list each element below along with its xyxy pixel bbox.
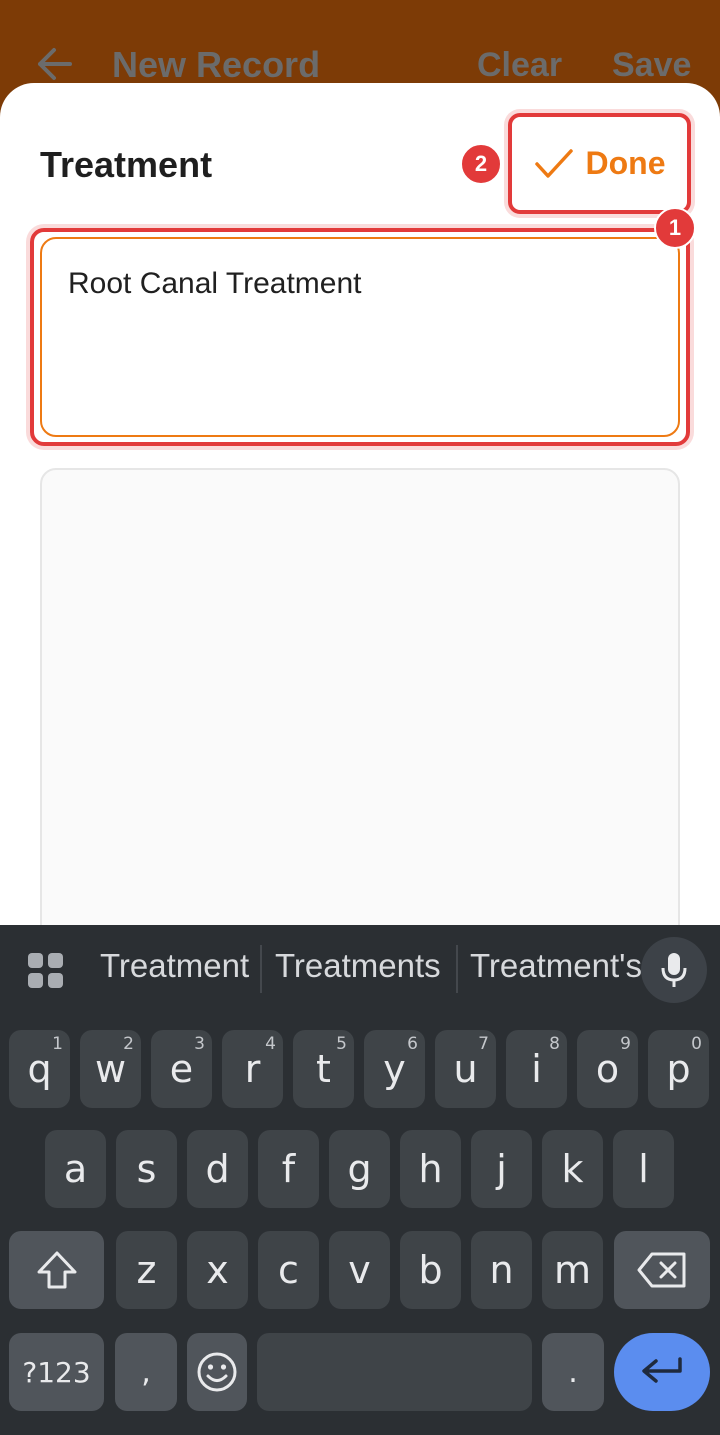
step-badge-1: 1 [654, 207, 696, 249]
treatment-input-value: Root Canal Treatment [68, 267, 362, 300]
key-i[interactable]: i8 [506, 1030, 567, 1108]
key-label: t [316, 1047, 331, 1091]
suggestion-divider [260, 945, 262, 993]
key-w[interactable]: w2 [80, 1030, 141, 1108]
apps-grid-icon[interactable] [26, 951, 66, 991]
key-e[interactable]: e3 [151, 1030, 212, 1108]
comma-key[interactable]: , [115, 1333, 177, 1411]
key-o[interactable]: o9 [577, 1030, 638, 1108]
shift-icon [37, 1251, 76, 1289]
check-icon [534, 148, 573, 178]
soft-keyboard: Treatment Treatments Treatment's q1w2e3r… [0, 925, 720, 1435]
key-h[interactable]: h [400, 1130, 461, 1208]
key-b[interactable]: b [400, 1231, 461, 1309]
notes-area[interactable] [40, 468, 680, 948]
page-title: New Record [112, 44, 321, 85]
done-button[interactable]: Done [508, 113, 691, 214]
key-z[interactable]: z [116, 1231, 177, 1309]
key-label: q [27, 1047, 52, 1091]
key-number-hint: 1 [52, 1034, 63, 1054]
key-r[interactable]: r4 [222, 1030, 283, 1108]
key-label: w [94, 1047, 127, 1091]
key-number-hint: 7 [478, 1034, 489, 1054]
key-label: u [453, 1047, 478, 1091]
key-m[interactable]: m [542, 1231, 603, 1309]
arrow-left-icon[interactable] [34, 46, 74, 82]
key-j[interactable]: j [471, 1130, 532, 1208]
emoji-icon [197, 1352, 237, 1392]
key-s[interactable]: s [116, 1130, 177, 1208]
key-number-hint: 3 [194, 1034, 205, 1054]
symbols-key[interactable]: ?123 [9, 1333, 104, 1411]
key-l[interactable]: l [613, 1130, 674, 1208]
step-badge-2: 2 [460, 143, 502, 185]
space-key[interactable] [257, 1333, 532, 1411]
treatment-input[interactable]: Root Canal Treatment [40, 237, 680, 437]
shift-key[interactable] [9, 1231, 104, 1309]
suggestion-3[interactable]: Treatment's [470, 947, 642, 985]
suggestion-1[interactable]: Treatment [100, 947, 249, 985]
enter-key[interactable] [614, 1333, 710, 1411]
key-k[interactable]: k [542, 1130, 603, 1208]
suggestion-divider [456, 945, 458, 993]
save-button[interactable]: Save [612, 46, 691, 85]
key-t[interactable]: t5 [293, 1030, 354, 1108]
key-g[interactable]: g [329, 1130, 390, 1208]
key-n[interactable]: n [471, 1231, 532, 1309]
key-number-hint: 0 [691, 1034, 702, 1054]
period-key[interactable]: . [542, 1333, 604, 1411]
key-d[interactable]: d [187, 1130, 248, 1208]
key-number-hint: 6 [407, 1034, 418, 1054]
key-label: e [169, 1047, 194, 1091]
suggestion-2[interactable]: Treatments [275, 947, 441, 985]
key-c[interactable]: c [258, 1231, 319, 1309]
backspace-icon [637, 1252, 686, 1288]
key-number-hint: 2 [123, 1034, 134, 1054]
key-label: i [531, 1047, 542, 1091]
key-number-hint: 5 [336, 1034, 347, 1054]
suggestion-bar: Treatment Treatments Treatment's [0, 925, 720, 1017]
key-q[interactable]: q1 [9, 1030, 70, 1108]
key-label: r [244, 1047, 261, 1091]
key-x[interactable]: x [187, 1231, 248, 1309]
key-label: y [383, 1047, 406, 1091]
key-label: o [595, 1047, 620, 1091]
key-a[interactable]: a [45, 1130, 106, 1208]
sheet-title: Treatment [40, 144, 213, 185]
enter-icon [642, 1357, 682, 1383]
key-y[interactable]: y6 [364, 1030, 425, 1108]
microphone-icon [661, 953, 687, 987]
key-number-hint: 8 [549, 1034, 560, 1054]
key-f[interactable]: f [258, 1130, 319, 1208]
key-v[interactable]: v [329, 1231, 390, 1309]
done-label: Done [585, 145, 666, 181]
key-number-hint: 4 [265, 1034, 276, 1054]
key-number-hint: 9 [620, 1034, 631, 1054]
key-u[interactable]: u7 [435, 1030, 496, 1108]
emoji-key[interactable] [187, 1333, 247, 1411]
clear-button[interactable]: Clear [477, 46, 562, 85]
key-p[interactable]: p0 [648, 1030, 709, 1108]
key-label: p [666, 1047, 691, 1091]
voice-input-button[interactable] [641, 937, 707, 1003]
backspace-key[interactable] [614, 1231, 710, 1309]
